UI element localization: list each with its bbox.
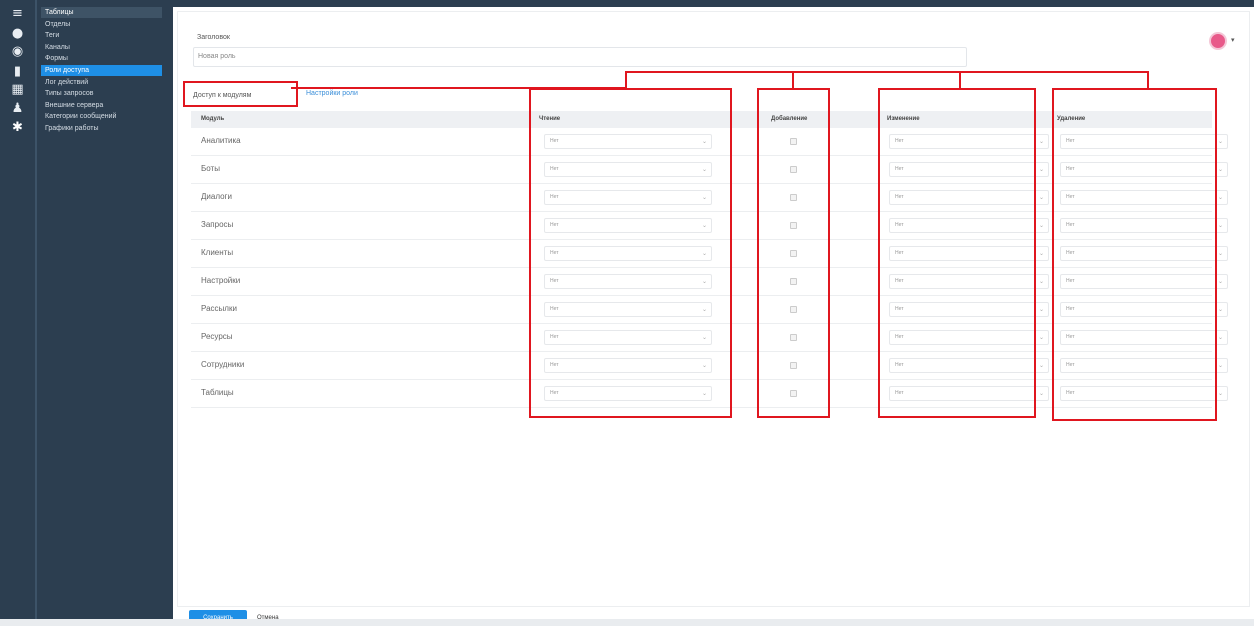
- module-name: Ресурсы: [201, 332, 233, 341]
- menu-icon[interactable]: ≡: [10, 6, 25, 21]
- users-icon[interactable]: ♟: [10, 101, 25, 116]
- chevron-down-icon[interactable]: ▾: [1231, 36, 1235, 44]
- chevron-down-icon: ⌄: [1217, 222, 1223, 229]
- module-name: Таблицы: [201, 388, 234, 397]
- chevron-down-icon: ⌄: [1217, 250, 1223, 257]
- module-name: Диалоги: [201, 192, 232, 201]
- tab-modules[interactable]: Доступ к модулям: [183, 81, 298, 107]
- chevron-down-icon: ⌄: [1217, 194, 1223, 201]
- module-name: Сотрудники: [201, 360, 245, 369]
- bot-icon[interactable]: ◉: [10, 44, 25, 59]
- module-name: Аналитика: [201, 136, 241, 145]
- chevron-down-icon: ⌄: [1038, 390, 1044, 397]
- chevron-down-icon: ⌄: [1038, 306, 1044, 313]
- menu-item[interactable]: Отделы: [41, 19, 162, 30]
- chat-icon[interactable]: ●: [10, 26, 25, 41]
- menu-item[interactable]: Теги: [41, 30, 162, 41]
- menu-item[interactable]: Роли доступа: [41, 65, 162, 76]
- chevron-down-icon: ⌄: [1038, 334, 1044, 341]
- menu-item[interactable]: Формы: [41, 53, 162, 64]
- menu-item[interactable]: Таблицы: [41, 7, 162, 18]
- chevron-down-icon: ⌄: [1217, 334, 1223, 341]
- title-label: Заголовок: [197, 34, 230, 41]
- menu-item[interactable]: Категории сообщений: [41, 111, 162, 122]
- menu-item[interactable]: Типы запросов: [41, 88, 162, 99]
- chevron-down-icon: ⌄: [1217, 306, 1223, 313]
- icon-rail: ≡ ● ◉ ▮ ▦ ♟ ✱: [0, 0, 35, 626]
- app-window: ≡ ● ◉ ▮ ▦ ♟ ✱ Таблицы Отделы Теги Каналы Фор…: [0, 0, 1254, 626]
- gear-icon[interactable]: ✱: [10, 120, 25, 135]
- chevron-down-icon: ⌄: [1217, 138, 1223, 145]
- menu-item[interactable]: Графики работы: [41, 123, 162, 134]
- bottom-border: [0, 619, 1254, 626]
- chevron-down-icon: ⌄: [1038, 138, 1044, 145]
- top-border: [0, 0, 1254, 7]
- menu-item[interactable]: Лог действий: [41, 77, 162, 88]
- annotation-connector: [1147, 71, 1149, 88]
- menu-item[interactable]: Внешние сервера: [41, 100, 162, 111]
- annotation-delete-column: [1052, 88, 1217, 421]
- document-icon[interactable]: ▮: [10, 64, 25, 79]
- menu-item[interactable]: Каналы: [41, 42, 162, 53]
- menu-border: [165, 0, 173, 626]
- avatar[interactable]: [1209, 32, 1227, 50]
- module-name: Клиенты: [201, 248, 234, 257]
- annotation-add-column: [757, 88, 830, 418]
- chevron-down-icon: ⌄: [1217, 362, 1223, 369]
- chevron-down-icon: ⌄: [1038, 250, 1044, 257]
- chevron-down-icon: ⌄: [1217, 390, 1223, 397]
- annotation-read-column: [529, 88, 732, 418]
- annotation-connector: [959, 71, 961, 88]
- annotation-connector: [625, 71, 1149, 73]
- chevron-down-icon: ⌄: [1038, 222, 1044, 229]
- module-name: Боты: [201, 164, 220, 173]
- annotation-connector: [792, 71, 794, 88]
- module-name: Запросы: [201, 220, 234, 229]
- annotation-connector: [625, 71, 627, 89]
- settings-menu: Таблицы Отделы Теги Каналы Формы Роли доступа…: [37, 0, 165, 626]
- chevron-down-icon: ⌄: [1038, 166, 1044, 173]
- chevron-down-icon: ⌄: [1038, 278, 1044, 285]
- chevron-down-icon: ⌄: [1038, 194, 1044, 201]
- table-icon[interactable]: ▦: [10, 82, 25, 97]
- main-panel: Заголовок Новая роль ▾ Доступ к модулям …: [173, 7, 1254, 626]
- header-module: Модуль: [201, 116, 225, 122]
- chevron-down-icon: ⌄: [1038, 362, 1044, 369]
- chevron-down-icon: ⌄: [1217, 278, 1223, 285]
- module-name: Рассылки: [201, 304, 237, 313]
- chevron-down-icon: ⌄: [1217, 166, 1223, 173]
- annotation-edit-column: [878, 88, 1036, 418]
- tab-settings[interactable]: Настройки роли: [298, 81, 366, 107]
- title-input[interactable]: Новая роль: [193, 47, 967, 67]
- module-name: Настройки: [201, 276, 241, 285]
